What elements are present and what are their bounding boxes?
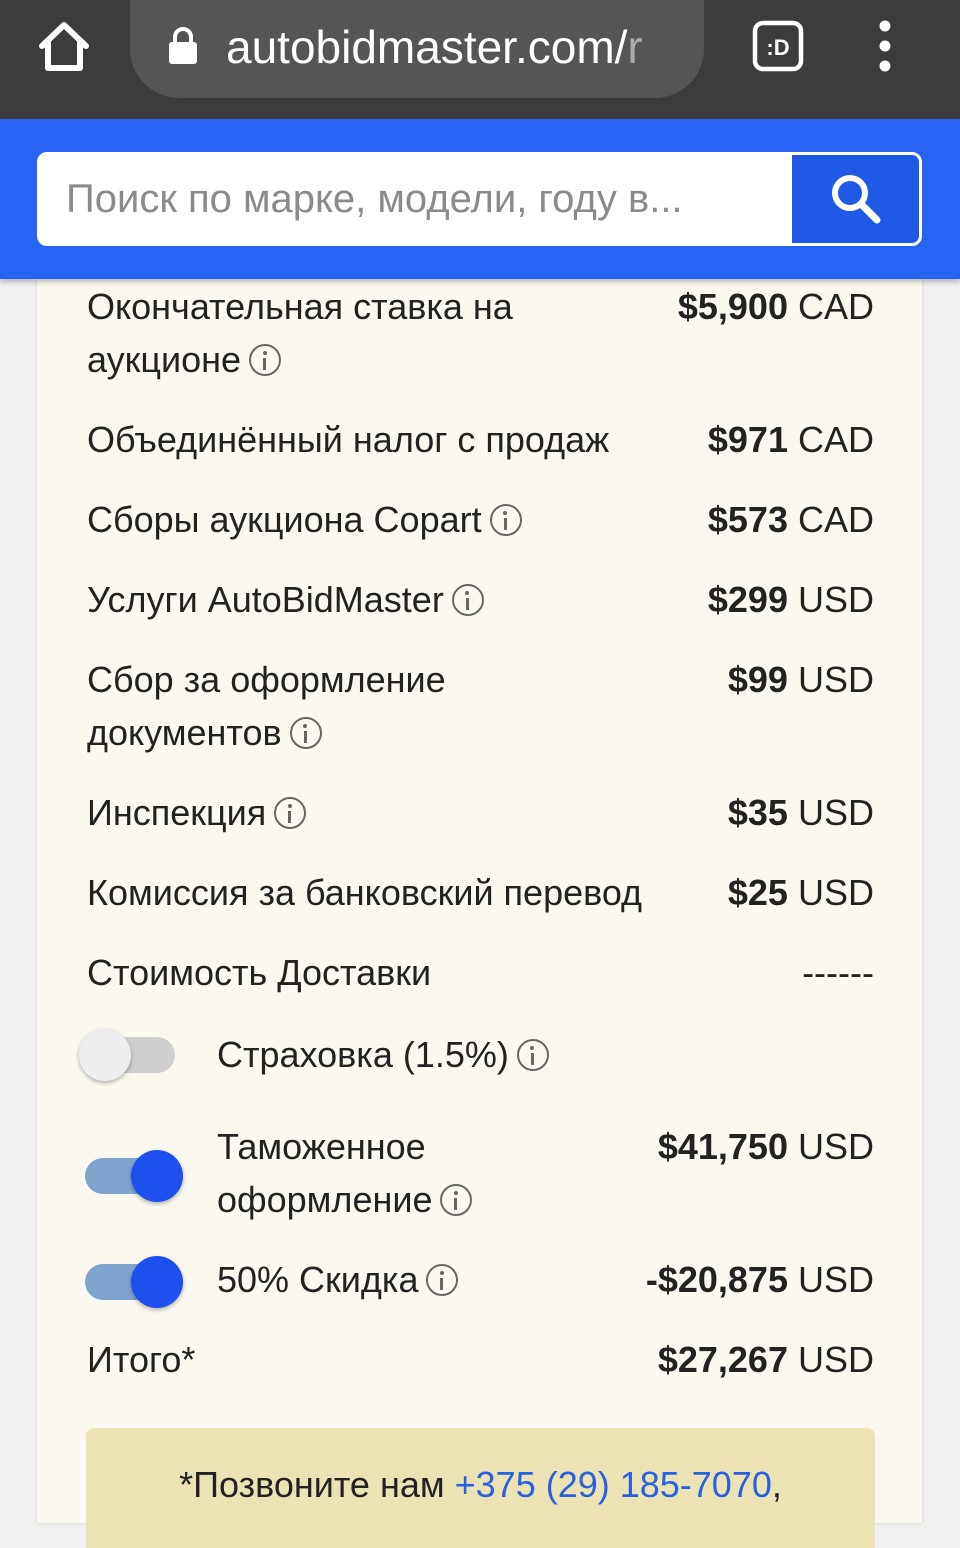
info-icon[interactable]: [274, 797, 307, 829]
cost-value: ------: [802, 952, 874, 993]
info-icon[interactable]: [426, 1264, 459, 1296]
insurance-toggle[interactable]: [79, 1027, 183, 1081]
cost-value: $99 USD: [727, 659, 874, 700]
total-label: Итого*: [87, 1339, 196, 1380]
address-bar[interactable]: autobidmaster.com/r: [130, 0, 704, 98]
search-icon: [831, 175, 880, 224]
info-icon[interactable]: [516, 1039, 549, 1071]
cost-label: Стоимость Доставки: [87, 952, 432, 993]
kebab-menu-icon[interactable]: [870, 20, 900, 72]
browser-toolbar: autobidmaster.com/r :D: [0, 0, 960, 119]
cost-label: Инспекция: [87, 786, 307, 839]
toggle-label: 50% Скидка: [217, 1253, 459, 1306]
site-header: [0, 119, 960, 279]
cost-label: Окончательная ставка на аукционе: [87, 286, 513, 380]
home-icon[interactable]: [36, 18, 92, 74]
call-us-note: *Позвоните нам +375 (29) 185-7070,: [86, 1428, 875, 1548]
info-icon[interactable]: [451, 584, 484, 616]
info-icon[interactable]: [440, 1184, 473, 1216]
cost-value: $25 USD: [727, 872, 874, 913]
cost-value: $5,900 CAD: [677, 286, 874, 327]
total-value: $27,267 USD: [657, 1339, 874, 1380]
cost-value: $35 USD: [727, 792, 874, 833]
cost-value: $971 CAD: [707, 419, 874, 460]
info-icon[interactable]: [489, 504, 522, 536]
tab-switcher-icon[interactable]: :D: [752, 20, 804, 72]
toggle-knob: [79, 1029, 131, 1081]
cost-label: Объединённый налог с продаж: [87, 419, 610, 460]
toggle-knob: [131, 1256, 183, 1308]
cost-row-document-fee: Сбор за оформление документов $99 USD: [87, 653, 874, 763]
search-button[interactable]: [792, 155, 919, 243]
toggle-value: -$20,875 USD: [645, 1259, 874, 1300]
cost-value: $299 USD: [707, 579, 874, 620]
toggle-label: Страховка (1.5%): [217, 1028, 549, 1081]
search-box: [37, 152, 922, 246]
discount-toggle[interactable]: [85, 1254, 183, 1308]
cost-label: Сборы аукциона Copart: [87, 493, 522, 546]
info-icon[interactable]: [249, 344, 282, 376]
cost-value: $573 CAD: [707, 499, 874, 540]
phone-link[interactable]: +375 (29) 185-7070: [455, 1464, 772, 1505]
svg-text::D: :D: [766, 35, 789, 60]
cost-row-final-bid: Окончательная ставка на аукционе $5,900 …: [87, 280, 874, 390]
url-text: autobidmaster.com/r: [226, 21, 643, 73]
cost-label: Услуги AutoBidMaster: [87, 573, 484, 626]
toggle-label: Таможенное оформление: [217, 1120, 517, 1226]
note-text: *Позвоните нам +375 (29) 185-7070,: [179, 1464, 782, 1505]
cost-label: Сбор за оформление документов: [87, 659, 446, 753]
info-icon[interactable]: [289, 717, 322, 749]
lock-icon: [169, 27, 197, 64]
toggle-value: $41,750 USD: [657, 1126, 874, 1167]
search-input[interactable]: [40, 155, 792, 243]
cost-label: Комиссия за банковский перевод: [87, 872, 643, 913]
cost-calculator-card: Окончательная ставка на аукционе $5,900 …: [37, 230, 922, 1548]
toggle-row-customs: Таможенное оформление $41,750 USD: [87, 1120, 874, 1230]
